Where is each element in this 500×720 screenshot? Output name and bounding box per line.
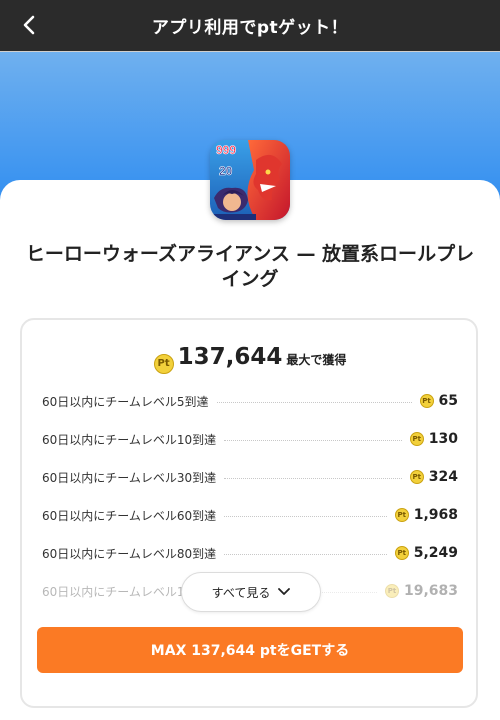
total-points-suffix: 最大で獲得 — [286, 353, 347, 367]
task-row: 60日以内にチームレベル60到達 Pt 1,968 — [42, 506, 458, 524]
coin-icon: Pt — [153, 354, 174, 374]
task-points: 19,683 — [403, 583, 458, 599]
coin-icon: Pt — [409, 470, 424, 484]
dotted-leader — [224, 439, 402, 441]
task-label: 60日以内にチームレベル30到達 — [42, 470, 217, 485]
total-points: Pt 137,644 最大で獲得 — [0, 344, 500, 374]
task-label: 60日以内にチームレベル80到達 — [42, 546, 217, 561]
see-all-label: すべて見る — [211, 585, 271, 600]
coin-icon: Pt — [409, 432, 424, 446]
get-points-label: MAX 137,644 ptをGETする — [150, 643, 350, 659]
task-label: 60日以内にチームレベル5到達 — [42, 394, 209, 409]
back-arrow-icon[interactable] — [18, 13, 42, 37]
task-row: 60日以内にチームレベル10到達 Pt 130 — [42, 430, 458, 448]
icon-number-20: 20 — [219, 164, 233, 178]
dotted-leader — [224, 553, 387, 555]
task-points: 65 — [438, 393, 458, 409]
task-label: 60日以内にチームレベル10到達 — [42, 432, 217, 447]
page-title: アプリ利用でptゲット！ — [151, 18, 349, 38]
task-points: 5,249 — [413, 545, 458, 561]
app-icon: 999 20 — [210, 140, 290, 220]
coin-icon: Pt — [384, 584, 399, 598]
coin-icon: Pt — [394, 546, 409, 560]
task-points: 1,968 — [413, 507, 458, 523]
chevron-down-icon — [278, 588, 291, 595]
dotted-leader — [216, 401, 412, 403]
see-all-button[interactable]: すべて見る — [181, 572, 321, 612]
get-points-button[interactable]: MAX 137,644 ptをGETする — [37, 627, 463, 673]
task-row: 60日以内にチームレベル30到達 Pt 324 — [42, 468, 458, 486]
task-label: 60日以内にチームレベル60到達 — [42, 508, 217, 523]
header-bar: アプリ利用でptゲット！ — [0, 0, 500, 52]
task-label: 60日以内にチームレベル1 — [42, 584, 185, 599]
task-row: 60日以内にチームレベル80到達 Pt 5,249 — [42, 544, 458, 562]
task-points: 324 — [428, 469, 458, 485]
coin-icon: Pt — [394, 508, 409, 522]
app-name: ヒーローウォーズアライアンス — 放置系ロールプレイング — [25, 243, 475, 290]
icon-number-999: 999 — [216, 143, 236, 157]
dotted-leader — [224, 515, 387, 517]
coin-icon: Pt — [419, 394, 434, 408]
task-row: 60日以内にチームレベル5到達 Pt 65 — [42, 392, 458, 410]
total-points-value: 137,644 — [177, 344, 283, 370]
dotted-leader — [224, 477, 402, 479]
task-points: 130 — [428, 431, 458, 447]
